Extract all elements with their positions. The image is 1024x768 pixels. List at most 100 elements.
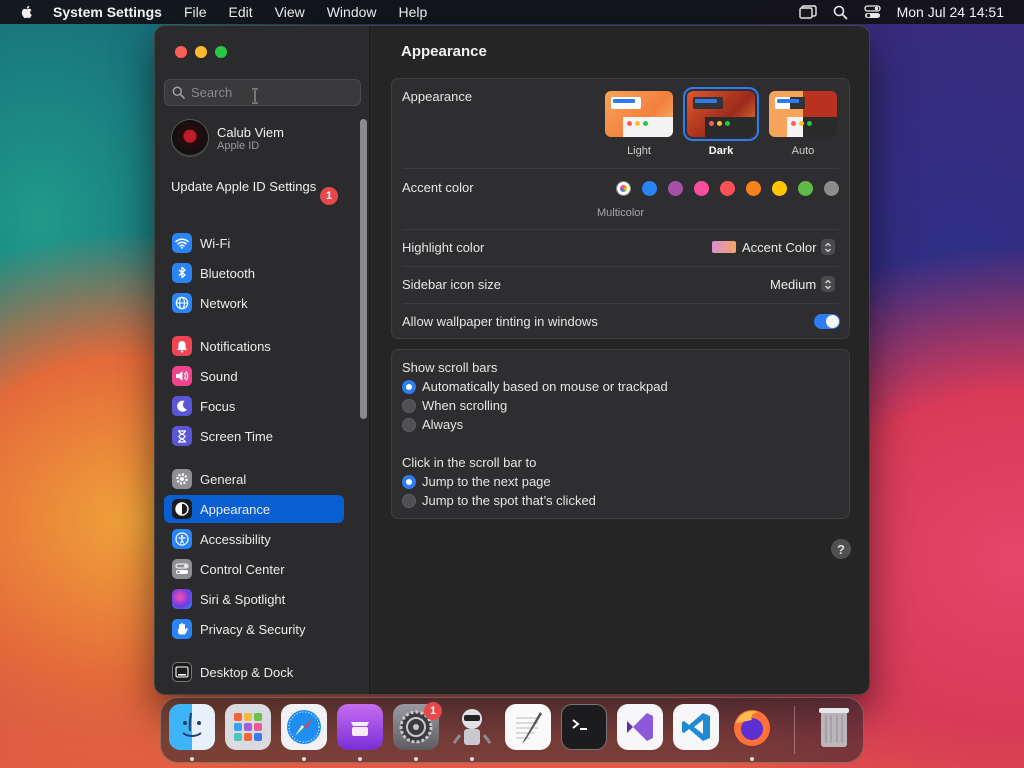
terminal-icon[interactable] bbox=[561, 704, 607, 750]
accent-graphite-swatch[interactable] bbox=[824, 181, 839, 196]
menu-window[interactable]: Window bbox=[327, 4, 377, 20]
divider bbox=[402, 303, 839, 304]
menu-edit[interactable]: Edit bbox=[229, 4, 253, 20]
vscode-icon[interactable] bbox=[673, 704, 719, 750]
sidebar-scrollbar[interactable] bbox=[360, 119, 367, 419]
apple-id-profile[interactable]: Calub Viem Apple ID bbox=[171, 119, 284, 157]
gear-icon bbox=[172, 469, 192, 489]
avatar bbox=[171, 119, 209, 157]
search-input[interactable] bbox=[191, 85, 351, 100]
radio-label: Jump to the spot that’s clicked bbox=[422, 493, 596, 508]
help-button[interactable]: ? bbox=[831, 539, 851, 559]
settings-badge: 1 bbox=[424, 702, 442, 720]
sidebar-item-notifications[interactable]: Notifications bbox=[164, 332, 344, 360]
divider bbox=[402, 229, 839, 230]
sidebar-item-privacy-security[interactable]: Privacy & Security bbox=[164, 615, 344, 643]
accent-pink-swatch[interactable] bbox=[694, 181, 709, 196]
apple-logo-icon[interactable] bbox=[19, 4, 35, 20]
radio-label: Automatically based on mouse or trackpad bbox=[422, 379, 668, 394]
sidebar-item-label: Sound bbox=[200, 368, 238, 384]
spotlight-search-icon[interactable] bbox=[833, 5, 848, 20]
running-indicator bbox=[358, 757, 362, 761]
sidebar-icon-size-popup[interactable]: Medium bbox=[770, 276, 836, 292]
highlight-color-label: Highlight color bbox=[402, 240, 485, 255]
click-next-page-radio[interactable]: Jump to the next page bbox=[402, 474, 551, 489]
visual-studio-icon[interactable] bbox=[617, 704, 663, 750]
wallpaper-tinting-toggle[interactable] bbox=[814, 314, 840, 329]
sidebar: Calub Viem Apple ID Update Apple ID Sett… bbox=[155, 26, 370, 694]
sidebar-item-network[interactable]: Network bbox=[164, 289, 344, 317]
dock: 1 bbox=[160, 697, 864, 763]
accent-orange-swatch[interactable] bbox=[746, 181, 761, 196]
sidebar-item-appearance[interactable]: Appearance bbox=[164, 495, 344, 523]
sidebar-item-accessibility[interactable]: Accessibility bbox=[164, 525, 344, 553]
firefox-icon[interactable] bbox=[729, 704, 775, 750]
sidebar-item-wifi[interactable]: Wi-Fi bbox=[164, 229, 344, 257]
control-center-icon bbox=[172, 559, 192, 579]
menu-view[interactable]: View bbox=[275, 4, 305, 20]
sidebar-item-desktop-dock[interactable]: Desktop & Dock bbox=[164, 658, 344, 686]
accent-blue-swatch[interactable] bbox=[642, 181, 657, 196]
close-button[interactable] bbox=[175, 46, 187, 58]
scroll-bars-auto-radio[interactable]: Automatically based on mouse or trackpad bbox=[402, 379, 668, 394]
sidebar-item-general[interactable]: General bbox=[164, 465, 344, 493]
appearance-dark-option[interactable] bbox=[683, 87, 759, 141]
accent-green-swatch[interactable] bbox=[798, 181, 813, 196]
minimize-button[interactable] bbox=[195, 46, 207, 58]
appearance-light-option[interactable] bbox=[605, 91, 673, 137]
divider bbox=[402, 168, 839, 169]
accent-purple-swatch[interactable] bbox=[668, 181, 683, 196]
control-center-icon[interactable] bbox=[863, 5, 881, 19]
appearance-label: Appearance bbox=[402, 89, 473, 104]
automator-icon[interactable] bbox=[449, 704, 495, 750]
screen-mirroring-icon[interactable] bbox=[798, 5, 817, 19]
radio-unselected bbox=[402, 398, 416, 413]
running-indicator bbox=[414, 757, 418, 761]
sidebar-item-bluetooth[interactable]: Bluetooth bbox=[164, 259, 344, 287]
sidebar-item-label: Bluetooth bbox=[200, 265, 255, 281]
sidebar-item-sound[interactable]: Sound bbox=[164, 362, 344, 390]
sidebar-item-screen-time[interactable]: Screen Time bbox=[164, 422, 344, 450]
wifi-icon bbox=[172, 233, 192, 253]
accent-multicolor-swatch[interactable] bbox=[616, 181, 631, 196]
scroll-bars-scrolling-radio[interactable]: When scrolling bbox=[402, 398, 507, 413]
globe-icon bbox=[172, 293, 192, 313]
appearance-dark-label: Dark bbox=[708, 145, 734, 157]
speaker-icon bbox=[172, 366, 192, 386]
launchpad-icon[interactable] bbox=[225, 704, 271, 750]
sidebar-item-control-center[interactable]: Control Center bbox=[164, 555, 344, 583]
appearance-auto-option[interactable] bbox=[769, 91, 837, 137]
radio-unselected bbox=[402, 493, 416, 508]
highlight-color-popup[interactable]: Accent Color bbox=[712, 239, 836, 255]
accent-yellow-swatch[interactable] bbox=[772, 181, 787, 196]
menu-app-name[interactable]: System Settings bbox=[53, 4, 162, 20]
menu-help[interactable]: Help bbox=[399, 4, 428, 20]
menu-clock[interactable]: Mon Jul 24 14:51 bbox=[897, 4, 1004, 20]
trash-icon[interactable] bbox=[811, 704, 857, 750]
profile-name: Calub Viem bbox=[217, 124, 284, 140]
sidebar-item-siri-spotlight[interactable]: Siri & Spotlight bbox=[164, 585, 344, 613]
safari-icon[interactable] bbox=[281, 704, 327, 750]
sidebar-item-label: Screen Time bbox=[200, 428, 273, 444]
radio-label: Jump to the next page bbox=[422, 474, 551, 489]
accessibility-icon bbox=[172, 529, 192, 549]
sidebar-item-focus[interactable]: Focus bbox=[164, 392, 344, 420]
click-spot-radio[interactable]: Jump to the spot that’s clicked bbox=[402, 493, 596, 508]
textedit-icon[interactable] bbox=[505, 704, 551, 750]
system-settings-window: Calub Viem Apple ID Update Apple ID Sett… bbox=[154, 25, 870, 695]
update-apple-id-link[interactable]: Update Apple ID Settings bbox=[171, 179, 341, 195]
zoom-button[interactable] bbox=[215, 46, 227, 58]
appearance-group: Appearance Light Dark Auto Accent color … bbox=[391, 78, 850, 339]
appearance-light-label: Light bbox=[627, 145, 651, 157]
podcasts-icon[interactable] bbox=[337, 704, 383, 750]
page-title: Appearance bbox=[401, 43, 487, 60]
sidebar-item-label: Accessibility bbox=[200, 531, 271, 547]
menu-file[interactable]: File bbox=[184, 4, 207, 20]
accent-red-swatch[interactable] bbox=[720, 181, 735, 196]
search-field[interactable] bbox=[164, 79, 361, 106]
window-controls bbox=[175, 46, 227, 58]
radio-unselected bbox=[402, 417, 416, 432]
bluetooth-icon bbox=[172, 263, 192, 283]
finder-icon[interactable] bbox=[169, 704, 215, 750]
scroll-bars-always-radio[interactable]: Always bbox=[402, 417, 463, 432]
